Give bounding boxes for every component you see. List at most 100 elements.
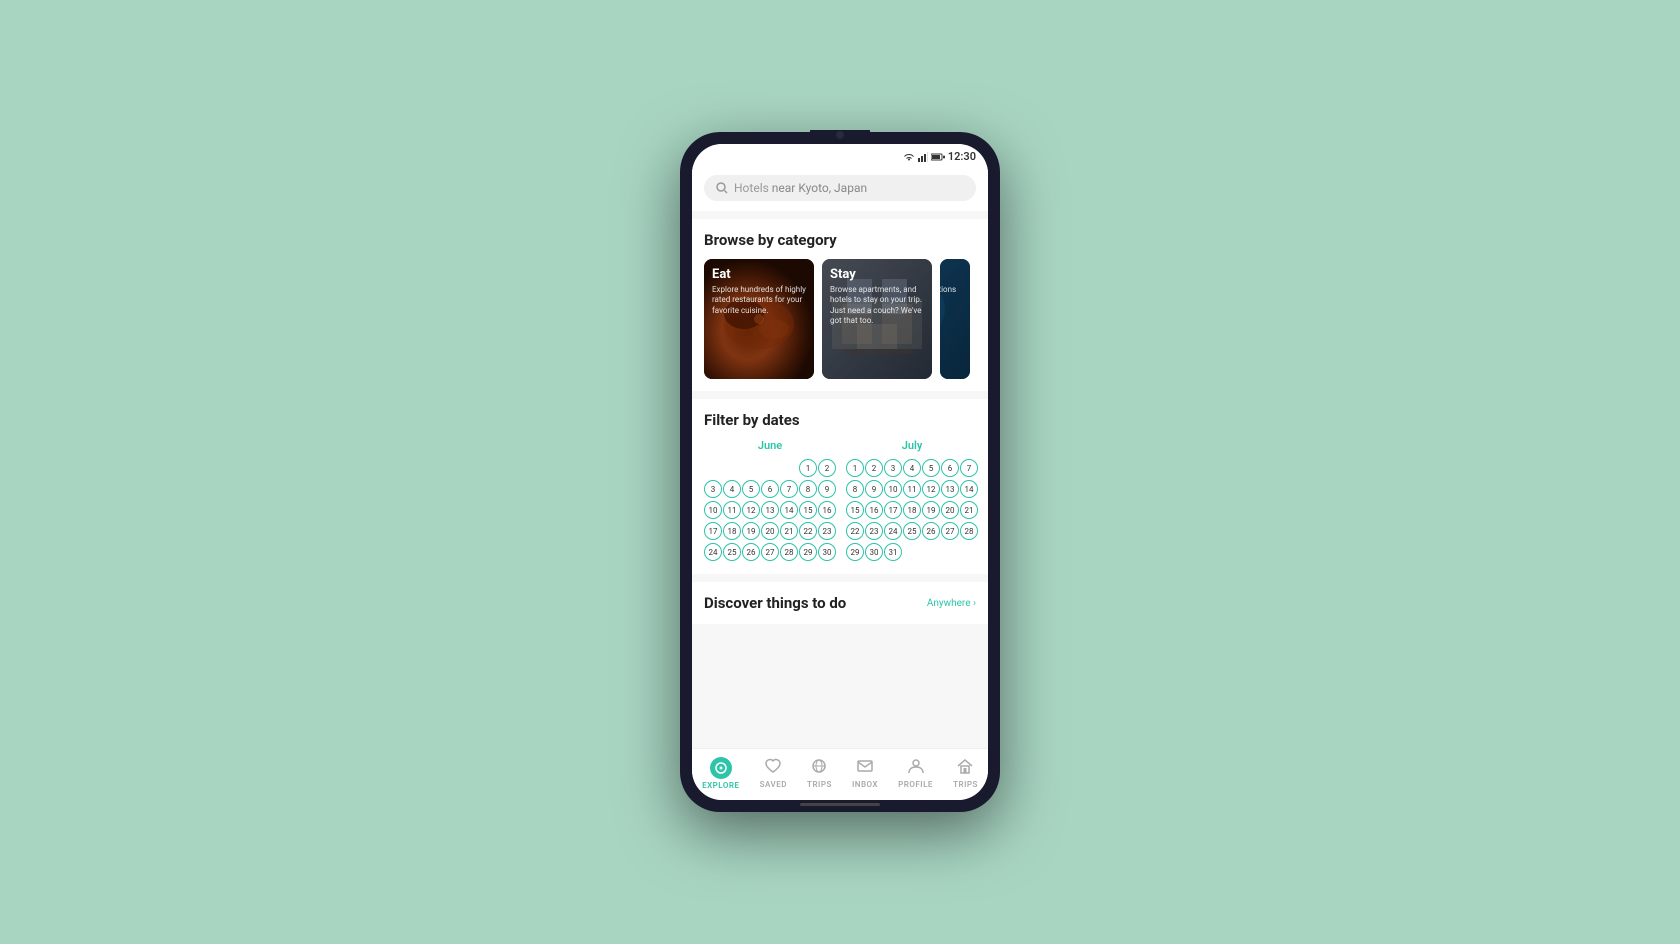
status-bar: 12:30 [692, 144, 988, 167]
june-day-27[interactable]: 27 [761, 543, 779, 561]
june-day-28[interactable]: 28 [780, 543, 798, 561]
june-day-3[interactable]: 3 [704, 480, 722, 498]
inbox-icon [856, 758, 874, 778]
june-day-26[interactable]: 26 [742, 543, 760, 561]
july-day-9[interactable]: 9 [865, 480, 883, 498]
july-label: July [846, 439, 978, 452]
nav-explore[interactable]: EXPLORE [696, 755, 745, 792]
camera-lens [836, 131, 844, 139]
july-day-30[interactable]: 30 [865, 543, 883, 561]
june-day-29[interactable]: 29 [799, 543, 817, 561]
discover-anywhere-link[interactable]: Anywhere › [927, 598, 976, 609]
july-day-31[interactable]: 31 [884, 543, 902, 561]
june-day-15[interactable]: 15 [799, 501, 817, 519]
june-day-1[interactable]: 1 [799, 459, 817, 477]
july-day-24[interactable]: 24 [884, 522, 902, 540]
trips-icon [810, 758, 828, 778]
june-day-25[interactable]: 25 [723, 543, 741, 561]
july-day-20[interactable]: 20 [941, 501, 959, 519]
house-icon [956, 758, 974, 774]
july-day-15[interactable]: 15 [846, 501, 864, 519]
june-day-9[interactable]: 9 [818, 480, 836, 498]
calendar-june: June 1 2 3 4 [704, 439, 836, 562]
june-day-16[interactable]: 16 [818, 501, 836, 519]
calendar-july: July 1 2 3 4 5 6 7 8 9 [846, 439, 978, 562]
june-day-18[interactable]: 18 [723, 522, 741, 540]
july-day-7[interactable]: 7 [960, 459, 978, 477]
july-day-18[interactable]: 18 [903, 501, 921, 519]
profile-icon [907, 758, 925, 778]
discover-title: Discover things to do [704, 594, 846, 612]
july-day-13[interactable]: 13 [941, 480, 959, 498]
nav-saved[interactable]: SAVED [754, 756, 793, 791]
july-day-6[interactable]: 6 [941, 459, 959, 477]
july-empty [960, 543, 978, 561]
july-day-17[interactable]: 17 [884, 501, 902, 519]
inbox-label: INBOX [852, 780, 878, 789]
june-day-12[interactable]: 12 [742, 501, 760, 519]
signal-icon [918, 152, 928, 162]
june-day-6[interactable]: 6 [761, 480, 779, 498]
filter-section: Filter by dates June 1 2 [692, 399, 988, 574]
june-day-23[interactable]: 23 [818, 522, 836, 540]
july-empty [903, 543, 921, 561]
explore-icon [714, 761, 728, 775]
june-day-10[interactable]: 10 [704, 501, 722, 519]
explore-label: EXPLORE [702, 781, 739, 790]
profile-label: PROFILE [898, 780, 933, 789]
saved-label: SAVED [760, 780, 787, 789]
june-day-20[interactable]: 20 [761, 522, 779, 540]
june-day-14[interactable]: 14 [780, 501, 798, 519]
july-day-2[interactable]: 2 [865, 459, 883, 477]
july-day-22[interactable]: 22 [846, 522, 864, 540]
eat-desc: Explore hundreds of highly rated restaur… [712, 285, 806, 316]
july-day-8[interactable]: 8 [846, 480, 864, 498]
nav-trips2[interactable]: TRIPS [947, 756, 984, 791]
july-day-3[interactable]: 3 [884, 459, 902, 477]
category-card-stay[interactable]: Stay Browse apartments, and hotels to st… [822, 259, 932, 379]
june-day-11[interactable]: 11 [723, 501, 741, 519]
june-day-17[interactable]: 17 [704, 522, 722, 540]
nav-trips[interactable]: TRIPS [801, 756, 838, 791]
june-day-19[interactable]: 19 [742, 522, 760, 540]
june-day-empty [780, 459, 798, 477]
june-day-24[interactable]: 24 [704, 543, 722, 561]
june-day-2[interactable]: 2 [818, 459, 836, 477]
june-day-22[interactable]: 22 [799, 522, 817, 540]
july-day-25[interactable]: 25 [903, 522, 921, 540]
july-day-1[interactable]: 1 [846, 459, 864, 477]
june-day-4[interactable]: 4 [723, 480, 741, 498]
search-bar[interactable]: Hotels near Kyoto, Japan [704, 175, 976, 201]
july-day-27[interactable]: 27 [941, 522, 959, 540]
july-day-16[interactable]: 16 [865, 501, 883, 519]
july-day-12[interactable]: 12 [922, 480, 940, 498]
june-day-8[interactable]: 8 [799, 480, 817, 498]
july-day-28[interactable]: 28 [960, 522, 978, 540]
entertain-overlay: Ent Find events, destinations and more..… [940, 259, 970, 379]
july-day-21[interactable]: 21 [960, 501, 978, 519]
june-day-5[interactable]: 5 [742, 480, 760, 498]
july-day-26[interactable]: 26 [922, 522, 940, 540]
june-day-7[interactable]: 7 [780, 480, 798, 498]
july-day-5[interactable]: 5 [922, 459, 940, 477]
july-empty [922, 543, 940, 561]
july-day-11[interactable]: 11 [903, 480, 921, 498]
july-day-29[interactable]: 29 [846, 543, 864, 561]
category-card-eat[interactable]: Eat Explore hundreds of highly rated res… [704, 259, 814, 379]
nav-inbox[interactable]: INBOX [846, 756, 884, 791]
phone-screen: 12:30 Hotels near Kyoto, Japan B [692, 144, 988, 800]
discover-header: Discover things to do Anywhere › [704, 594, 976, 612]
filter-title: Filter by dates [704, 411, 976, 429]
june-day-13[interactable]: 13 [761, 501, 779, 519]
july-day-14[interactable]: 14 [960, 480, 978, 498]
category-card-entertain[interactable]: Ent Find events, destinations and more..… [940, 259, 970, 379]
nav-profile[interactable]: PROFILE [892, 756, 939, 791]
july-day-10[interactable]: 10 [884, 480, 902, 498]
july-day-19[interactable]: 19 [922, 501, 940, 519]
screen-content: Hotels near Kyoto, Japan Browse by categ… [692, 167, 988, 748]
june-day-30[interactable]: 30 [818, 543, 836, 561]
july-day-4[interactable]: 4 [903, 459, 921, 477]
calendar-container: June 1 2 3 4 [704, 439, 976, 562]
june-day-21[interactable]: 21 [780, 522, 798, 540]
july-day-23[interactable]: 23 [865, 522, 883, 540]
